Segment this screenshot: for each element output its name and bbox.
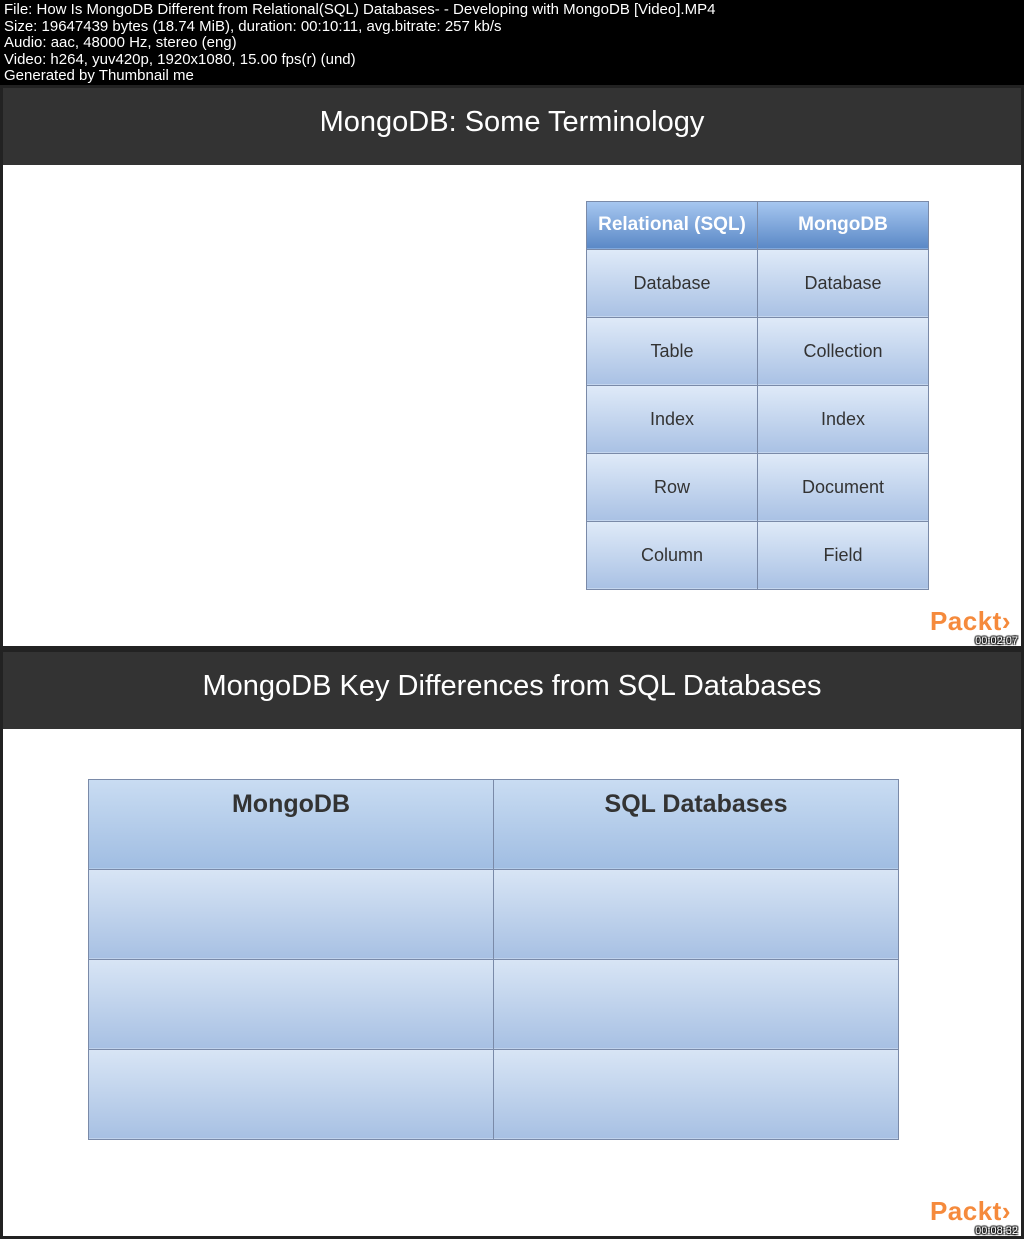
thumbnail-1: MongoDB: Some Terminology Relational (SQ… [0,85,1024,649]
slide-title: MongoDB: Some Terminology [3,88,1021,165]
cell: Column [587,521,758,589]
table-header-row: Relational (SQL) MongoDB [587,201,929,249]
header-mongodb: MongoDB [758,201,929,249]
media-metadata-block: File: How Is MongoDB Different from Rela… [0,0,1024,85]
table-header-row: MongoDB SQL Databases [89,779,899,869]
thumbnail-timestamp: 00:08:32 [975,1225,1018,1236]
cell: Document [758,453,929,521]
cell: Collection [758,317,929,385]
table-row: Database Database [587,249,929,317]
header-relational: Relational (SQL) [587,201,758,249]
cell: Field [758,521,929,589]
packt-logo: Packt› [930,606,1011,637]
meta-size-line: Size: 19647439 bytes (18.74 MiB), durati… [4,19,1020,36]
chevron-right-icon: › [1002,1196,1011,1226]
cell: Index [587,385,758,453]
table-row: Row Document [587,453,929,521]
chevron-right-icon: › [1002,606,1011,636]
cell [89,959,494,1049]
slide-body: Relational (SQL) MongoDB Database Databa… [3,165,1021,646]
slide-title: MongoDB Key Differences from SQL Databas… [3,652,1021,729]
cell [494,959,899,1049]
differences-table: MongoDB SQL Databases [88,779,899,1140]
table-row: Index Index [587,385,929,453]
header-mongodb: MongoDB [89,779,494,869]
cell: Row [587,453,758,521]
meta-file-line: File: How Is MongoDB Different from Rela… [4,2,1020,19]
cell [494,1049,899,1139]
meta-generated-line: Generated by Thumbnail me [4,68,1020,85]
thumbnail-timestamp: 00:02:07 [975,635,1018,646]
slide-body: MongoDB SQL Databases Packt› [3,729,1021,1236]
cell [494,869,899,959]
table-row: Column Field [587,521,929,589]
cell: Database [587,249,758,317]
packt-text: Packt [930,606,1002,636]
table-row [89,959,899,1049]
table-row: Table Collection [587,317,929,385]
terminology-table: Relational (SQL) MongoDB Database Databa… [586,201,929,590]
packt-logo: Packt› [930,1196,1011,1227]
meta-audio-line: Audio: aac, 48000 Hz, stereo (eng) [4,35,1020,52]
meta-video-line: Video: h264, yuv420p, 1920x1080, 15.00 f… [4,52,1020,69]
cell [89,1049,494,1139]
cell: Table [587,317,758,385]
table-row [89,1049,899,1139]
cell: Database [758,249,929,317]
thumbnail-2: MongoDB Key Differences from SQL Databas… [0,649,1024,1239]
cell: Index [758,385,929,453]
cell [89,869,494,959]
packt-text: Packt [930,1196,1002,1226]
header-sql: SQL Databases [494,779,899,869]
table-row [89,869,899,959]
